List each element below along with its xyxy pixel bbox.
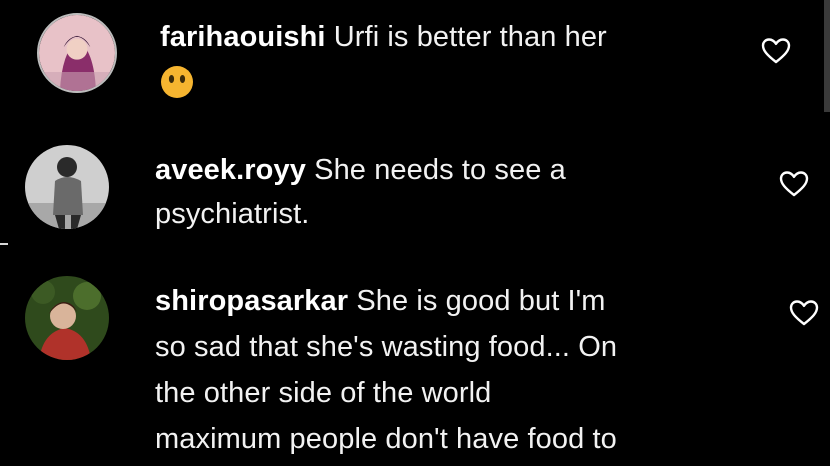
scrollbar[interactable] xyxy=(824,0,830,112)
avatar-photo xyxy=(25,276,109,360)
comment-username[interactable]: shiropasarkar xyxy=(155,285,348,317)
comment-text: aveek.royy She needs to see a psychiatri… xyxy=(155,148,566,236)
comment-body-line: so sad that she's wasting food... On xyxy=(155,331,618,363)
comment-item: shiropasarkar She is good but I'm so sad… xyxy=(0,264,830,466)
face-without-mouth-emoji xyxy=(160,65,194,99)
heart-outline-icon[interactable] xyxy=(761,37,791,65)
comment-item: aveek.royy She needs to see a psychiatri… xyxy=(0,130,830,250)
comment-text: farihaouishi Urfi is better than her xyxy=(160,15,607,99)
comment-username[interactable]: farihaouishi xyxy=(160,21,326,53)
comment-body: Urfi is better than her xyxy=(333,21,607,53)
edge-marker xyxy=(0,243,8,245)
avatar[interactable] xyxy=(37,13,117,93)
comment-item: farihaouishi Urfi is better than her xyxy=(0,0,830,120)
comment-body-line: psychiatrist. xyxy=(155,198,310,230)
heart-outline-icon[interactable] xyxy=(789,299,819,327)
comment-username[interactable]: aveek.royy xyxy=(155,154,306,186)
avatar[interactable] xyxy=(25,145,109,229)
avatar[interactable] xyxy=(25,276,109,360)
heart-outline-icon[interactable] xyxy=(779,170,809,198)
comment-body-line: maximum people don't have food to xyxy=(155,423,617,455)
avatar-photo xyxy=(39,15,115,91)
avatar-photo xyxy=(25,145,109,229)
comment-body-line: She is good but I'm xyxy=(356,285,606,317)
comment-body-line: the other side of the world xyxy=(155,377,492,409)
comment-text: shiropasarkar She is good but I'm so sad… xyxy=(155,278,617,462)
comment-body-line: She needs to see a xyxy=(314,154,566,186)
